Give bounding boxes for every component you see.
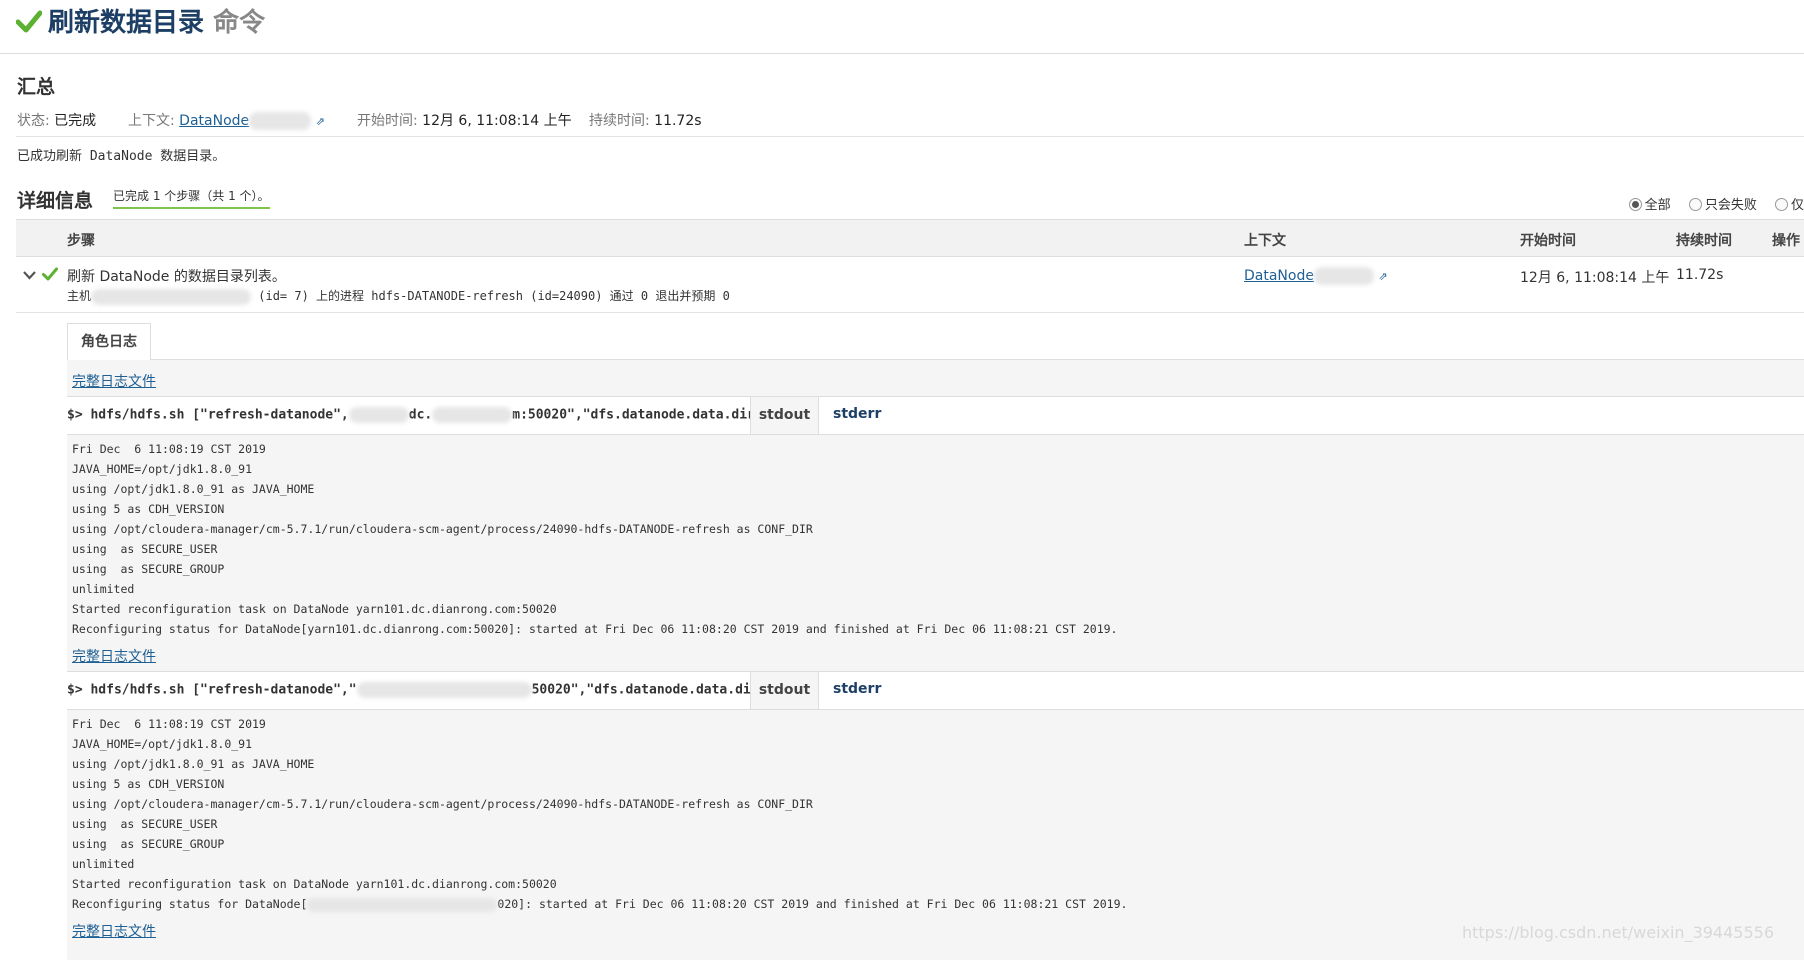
log-line: using as SECURE_USER xyxy=(72,542,218,556)
duration-value: 11.72s xyxy=(654,113,702,129)
status-value: 已完成 xyxy=(54,113,97,129)
full-log-link[interactable]: 完整日志文件 xyxy=(72,921,156,941)
external-link-icon[interactable]: ⇗ xyxy=(316,115,325,128)
log-output: Fri Dec 6 11:08:19 CST 2019 JAVA_HOME=/o… xyxy=(72,439,1792,639)
step-title: 刷新 DataNode 的数据目录列表。 xyxy=(67,269,286,285)
step-duration: 11.72s xyxy=(1676,267,1724,283)
table-row: 刷新 DataNode 的数据目录列表。 主机 (id= 7) 上的进程 hdf… xyxy=(16,256,1804,313)
context-field: 上下文: DataNode ⇗ xyxy=(128,110,325,130)
role-log-body: 完整日志文件 $> hdfs/hdfs.sh ["refresh-datanod… xyxy=(67,359,1804,960)
redacted-hostname xyxy=(356,682,532,698)
log-line: using as SECURE_USER xyxy=(72,817,218,831)
filter-all-radio[interactable] xyxy=(1628,198,1642,211)
log-command: $> hdfs/hdfs.sh ["refresh-datanode"," 500… xyxy=(67,682,774,698)
page-title: 刷新数据目录 命令 xyxy=(48,2,265,39)
log-entry-header: $> hdfs/hdfs.sh ["refresh-datanode"," 500… xyxy=(67,671,1804,710)
filter-failed-label[interactable]: 只会失败 xyxy=(1705,198,1757,213)
start-time-label: 开始时间: xyxy=(357,113,418,129)
log-line: using as SECURE_GROUP xyxy=(72,837,225,851)
log-line: JAVA_HOME=/opt/jdk1.8.0_91 xyxy=(72,462,253,476)
redacted-hostname xyxy=(307,897,498,912)
tab-stderr[interactable]: stderr xyxy=(833,681,881,697)
log-line: using /opt/cloudera-manager/cm-5.7.1/run… xyxy=(72,797,813,811)
log-command-prefix: $> hdfs/hdfs.sh ["refresh-datanode", xyxy=(67,407,349,423)
steps-table-header: 步骤 上下文 开始时间 持续时间 操作 xyxy=(16,219,1804,257)
success-check-icon xyxy=(42,267,58,281)
redacted-hostname xyxy=(249,112,312,130)
log-line: using /opt/jdk1.8.0_91 as JAVA_HOME xyxy=(72,757,315,771)
step-filter: 全部 只会失败 仅 xyxy=(1615,194,1804,213)
redacted-hostname xyxy=(432,407,513,423)
tab-stdout[interactable]: stdout xyxy=(750,671,819,709)
log-command-mid: dc. xyxy=(408,407,433,423)
step-context-link[interactable]: DataNode xyxy=(1244,268,1314,284)
redacted-hostname xyxy=(1313,267,1374,285)
context-link[interactable]: DataNode xyxy=(179,113,249,129)
status-field: 状态: 已完成 xyxy=(17,110,96,130)
log-line: using /opt/cloudera-manager/cm-5.7.1/run… xyxy=(72,522,813,536)
column-step: 步骤 xyxy=(67,233,95,249)
redacted-hostname xyxy=(348,407,409,423)
full-log-link[interactable]: 完整日志文件 xyxy=(72,646,156,666)
page-subtitle: 命令 xyxy=(213,8,266,38)
details-heading: 详细信息 xyxy=(17,190,94,212)
tab-stdout[interactable]: stdout xyxy=(750,396,819,434)
page-header: 刷新数据目录 命令 xyxy=(0,0,1804,54)
column-context: 上下文 xyxy=(1244,233,1286,249)
step-detail: 主机 (id= 7) 上的进程 hdfs-DATANODE-refresh (i… xyxy=(67,287,730,305)
step-host-prefix: 主机 xyxy=(67,289,92,303)
log-line: Started reconfiguration task on DataNode… xyxy=(72,877,557,891)
page-title-text: 刷新数据目录 xyxy=(48,8,205,38)
log-entry-header: $> hdfs/hdfs.sh ["refresh-datanode", dc. m… xyxy=(67,396,1804,435)
log-line: Fri Dec 6 11:08:19 CST 2019 xyxy=(72,442,266,456)
log-line: using 5 as CDH_VERSION xyxy=(72,777,225,791)
log-line: unlimited xyxy=(72,582,135,596)
column-duration: 持续时间 xyxy=(1676,233,1732,249)
start-time-value: 12月 6, 11:08:14 上午 xyxy=(422,113,572,129)
log-line-suffix: 020]: started at Fri Dec 06 11:08:20 CST… xyxy=(497,897,1128,911)
steps-progress-text: 已完成 1 个步骤（共 1 个）。 xyxy=(113,187,270,209)
log-line: using /opt/jdk1.8.0_91 as JAVA_HOME xyxy=(72,482,315,496)
log-command-suffix: 50020","dfs.datanode.data.dir"] xyxy=(531,682,775,698)
tab-role-log[interactable]: 角色日志 xyxy=(67,323,151,360)
watermark: https://blog.csdn.net/weixin_39445556 xyxy=(1461,923,1774,942)
status-label: 状态: xyxy=(17,113,50,129)
redacted-hostname xyxy=(91,288,252,305)
external-link-icon[interactable]: ⇗ xyxy=(1378,270,1387,283)
start-time-field: 开始时间: 12月 6, 11:08:14 上午 xyxy=(357,110,572,130)
role-log-panel: 角色日志 完整日志文件 $> hdfs/hdfs.sh ["refresh-da… xyxy=(67,312,1804,960)
success-check-icon xyxy=(16,10,42,33)
tab-stderr[interactable]: stderr xyxy=(833,406,881,422)
step-start-time: 12月 6, 11:08:14 上午 xyxy=(1520,270,1670,286)
filter-failed-radio[interactable] xyxy=(1688,198,1702,211)
filter-only-label[interactable]: 仅 xyxy=(1791,198,1804,213)
log-line: using 5 as CDH_VERSION xyxy=(72,502,225,516)
column-start-time: 开始时间 xyxy=(1520,233,1576,249)
log-line: unlimited xyxy=(72,857,135,871)
log-line: Reconfiguring status for DataNode[yarn10… xyxy=(72,622,1118,636)
full-log-link[interactable]: 完整日志文件 xyxy=(72,371,156,391)
filter-only-radio[interactable] xyxy=(1774,198,1788,211)
log-line-prefix: Reconfiguring status for DataNode[ xyxy=(72,897,308,911)
divider xyxy=(16,136,1804,137)
duration-label: 持续时间: xyxy=(589,113,650,129)
log-output: Fri Dec 6 11:08:19 CST 2019 JAVA_HOME=/o… xyxy=(72,714,1792,914)
chevron-down-icon[interactable] xyxy=(23,270,36,280)
log-command-suffix: m:50020","dfs.datanode.data.dir"] xyxy=(512,407,771,423)
summary-heading: 汇总 xyxy=(17,76,56,98)
step-context: DataNode ⇗ xyxy=(1244,267,1388,285)
success-message: 已成功刷新 DataNode 数据目录。 xyxy=(17,149,226,164)
filter-all-label[interactable]: 全部 xyxy=(1645,198,1671,213)
column-actions: 操作 xyxy=(1772,233,1800,249)
context-label: 上下文: xyxy=(128,113,175,129)
log-command-prefix: $> hdfs/hdfs.sh ["refresh-datanode"," xyxy=(67,682,357,698)
log-line: Reconfiguring status for DataNode[ 020]: … xyxy=(72,894,1792,914)
log-command: $> hdfs/hdfs.sh ["refresh-datanode", dc. m… xyxy=(67,407,771,423)
log-line: JAVA_HOME=/opt/jdk1.8.0_91 xyxy=(72,737,253,751)
log-line: Started reconfiguration task on DataNode… xyxy=(72,602,557,616)
log-line: Fri Dec 6 11:08:19 CST 2019 xyxy=(72,717,266,731)
log-line: using as SECURE_GROUP xyxy=(72,562,225,576)
duration-field: 持续时间: 11.72s xyxy=(589,110,702,130)
step-detail-text: (id= 7) 上的进程 hdfs-DATANODE-refresh (id=2… xyxy=(258,289,730,303)
